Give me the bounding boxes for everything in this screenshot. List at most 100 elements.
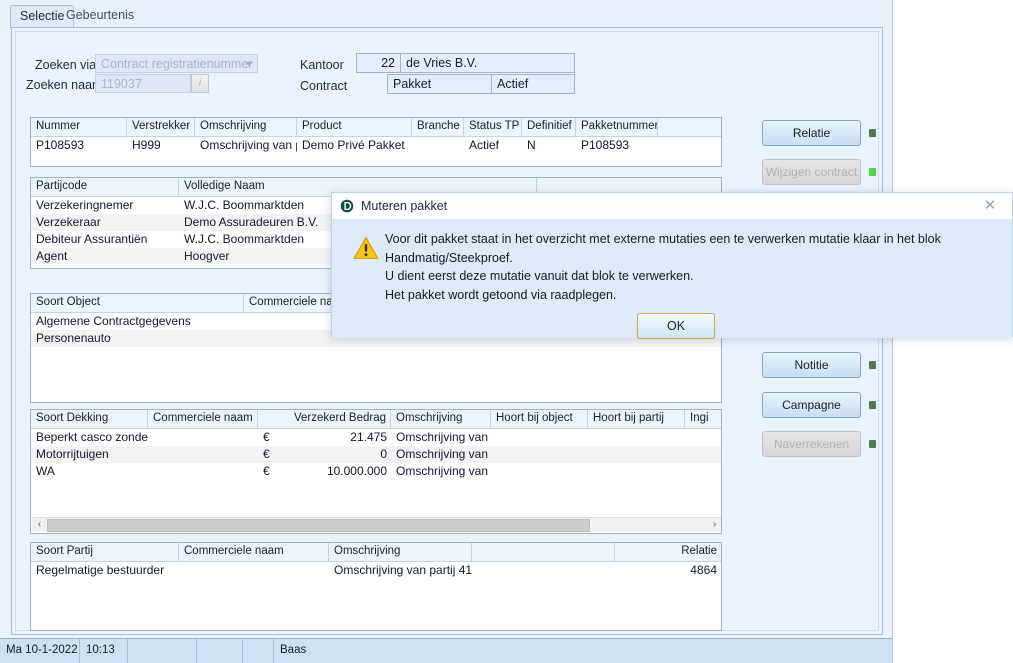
screen: Selectie Gebeurtenis Zoeken via Contract…	[0, 0, 1013, 663]
cell-soort-object: Algemene Contractgegevens	[36, 314, 191, 328]
wijzigen-contract-status-dot	[869, 168, 876, 176]
scroll-left-icon[interactable]: ‹	[32, 518, 47, 533]
cell-verzekerd-bedrag: 0	[380, 447, 387, 461]
dialog-title-bar: Muteren pakket ✕	[332, 193, 1012, 219]
tab-gebeurtenis[interactable]: Gebeurtenis	[57, 5, 143, 28]
horizontal-scrollbar[interactable]: ‹ ›	[32, 517, 721, 533]
col-hoort-bij-object[interactable]: Hoort bij object	[491, 410, 588, 428]
col-dekking-omschrijving[interactable]: Omschrijving	[391, 410, 491, 428]
col-relatie[interactable]: Relatie	[615, 543, 721, 561]
cell-nummer: P108593	[36, 138, 85, 152]
contract-grid[interactable]: Nummer Verstrekker Omschrijving Product …	[30, 117, 722, 167]
kantoor-code-field[interactable]: 22	[356, 53, 401, 73]
col-soort-object[interactable]: Soort Object	[31, 294, 244, 312]
campagne-status-dot	[869, 401, 876, 409]
col-soort-partij[interactable]: Soort Partij	[31, 543, 179, 561]
contract-status-field[interactable]: Actief	[491, 74, 575, 94]
table-row[interactable]: Regelmatige bestuurder Omschrijving van …	[31, 562, 721, 579]
relatie-button[interactable]: Relatie	[762, 120, 861, 146]
col-dekking-commerciele-naam[interactable]: Commerciele naam	[148, 410, 258, 428]
status-user: Baas	[280, 644, 307, 656]
col-product[interactable]: Product	[297, 118, 412, 136]
cell-soort-dekking: Motorrijtuigen	[36, 447, 109, 461]
wijzigen-contract-button-label: Wijzigen contract	[765, 165, 858, 179]
close-icon[interactable]: ✕	[968, 193, 1012, 219]
zoeken-via-label: Zoeken via	[35, 58, 97, 72]
zoeken-via-combo[interactable]: Contract registratienummer	[95, 54, 258, 73]
soortpartij-grid[interactable]: Soort Partij Commerciele naam Omschrijvi…	[30, 542, 722, 631]
col-sp-blank[interactable]	[472, 543, 615, 561]
campagne-button[interactable]: Campagne	[762, 392, 861, 418]
table-row[interactable]: Beperkt casco zonder € 21.475 Omschrijvi…	[31, 429, 721, 446]
dialog-title: Muteren pakket	[361, 199, 448, 213]
cell-sp-commerciele-naam	[179, 562, 329, 579]
kantoor-naam-field[interactable]: de Vries B.V.	[400, 53, 575, 73]
cell-definitief: N	[527, 138, 536, 152]
status-time: 10:13	[80, 639, 128, 663]
col-soort-dekking[interactable]: Soort Dekking	[31, 410, 148, 428]
kantoor-label: Kantoor	[300, 58, 344, 72]
col-nummer[interactable]: Nummer	[31, 118, 127, 136]
cell-partijcode: Verzekeraar	[36, 215, 101, 229]
relatie-status-dot	[869, 129, 876, 137]
chevron-down-icon	[245, 62, 253, 66]
status-date: Ma 10-1-2022	[0, 639, 80, 663]
cell-currency-symbol: €	[263, 447, 270, 461]
col-verstrekker[interactable]: Verstrekker	[127, 118, 195, 136]
col-blank[interactable]	[658, 118, 721, 136]
relatie-button-label: Relatie	[792, 126, 831, 140]
app-logo-icon	[340, 199, 354, 213]
cell-soort-dekking: Beperkt casco zonder	[36, 430, 148, 444]
contract-status-value: Actief	[497, 77, 529, 91]
table-row[interactable]: P108593 H999 Omschrijving van pa Demo Pr…	[31, 137, 721, 154]
dekking-grid-header: Soort Dekking Commerciele naam Verzekerd…	[31, 410, 721, 429]
status-cell-3	[128, 639, 197, 663]
dekking-grid[interactable]: Soort Dekking Commerciele naam Verzekerd…	[30, 409, 722, 534]
cell-status-tp: Actief	[469, 138, 500, 152]
table-row[interactable]: Motorrijtuigen € 0 Omschrijving van de	[31, 446, 721, 463]
cell-sp-blank	[472, 562, 615, 579]
col-hoort-bij-partij[interactable]: Hoort bij partij	[588, 410, 685, 428]
naverrekenen-button[interactable]: Naverrekenen	[762, 431, 861, 457]
col-omschrijving[interactable]: Omschrijving	[195, 118, 297, 136]
col-status-tp[interactable]: Status TP	[464, 118, 522, 136]
scroll-right-icon[interactable]: ›	[707, 518, 721, 533]
notitie-button[interactable]: Notitie	[762, 352, 861, 378]
dialog-message-line-2: U dient eerst deze mutatie vanuit dat bl…	[385, 269, 694, 283]
col-pakketnummer[interactable]: Pakketnummer	[576, 118, 658, 136]
col-partijcode[interactable]: Partijcode	[31, 178, 179, 196]
ok-button[interactable]: OK	[637, 313, 715, 339]
cell-partijcode: Agent	[36, 249, 68, 263]
col-sp-commerciele-naam[interactable]: Commerciele naam	[179, 543, 329, 561]
zoeken-naar-input[interactable]: 119037	[95, 74, 191, 93]
cell-dekking-commerciele-naam	[148, 429, 258, 446]
naverrekenen-button-label: Naverrekenen	[773, 437, 850, 451]
notitie-status-dot	[869, 361, 876, 369]
tab-strip: Selectie Gebeurtenis	[0, 0, 892, 28]
dialog-message-line-3: Het pakket wordt getoond via raadplegen.	[385, 287, 617, 302]
cell-branche	[412, 137, 464, 154]
warning-icon	[353, 236, 379, 259]
col-definitief[interactable]: Definitief	[522, 118, 576, 136]
col-branche[interactable]: Branche	[412, 118, 464, 136]
cell-verzekerd-bedrag: 21.475	[350, 430, 387, 444]
scrollbar-track[interactable]	[590, 518, 707, 533]
kantoor-naam-value: de Vries B.V.	[406, 56, 478, 70]
col-ingi[interactable]: Ingi	[685, 410, 721, 428]
scrollbar-thumb[interactable]	[47, 518, 590, 532]
col-sp-omschrijving[interactable]: Omschrijving	[329, 543, 472, 561]
cell-dekking-commerciele-naam	[148, 446, 258, 463]
contract-type-field[interactable]: Pakket	[387, 74, 492, 94]
ok-button-label: OK	[666, 319, 686, 333]
zoeken-via-value: Contract registratienummer	[101, 57, 253, 71]
col-verzekerd-bedrag[interactable]: Verzekerd Bedrag	[258, 410, 391, 428]
muteren-pakket-dialog: Muteren pakket ✕ Voor dit pakket staat i…	[331, 192, 1013, 339]
cell-soort-dekking: WA	[36, 464, 55, 478]
wijzigen-contract-button[interactable]: Wijzigen contract	[762, 159, 861, 185]
campagne-button-label: Campagne	[782, 398, 841, 412]
cell-product: Demo Privé Pakket	[302, 138, 405, 152]
cell-verzekerd-bedrag: 10.000.000	[326, 464, 387, 478]
cell-currency-symbol: €	[263, 464, 270, 478]
info-button[interactable]: i	[191, 74, 209, 93]
table-row[interactable]: WA € 10.000.000 Omschrijving van de	[31, 463, 721, 480]
